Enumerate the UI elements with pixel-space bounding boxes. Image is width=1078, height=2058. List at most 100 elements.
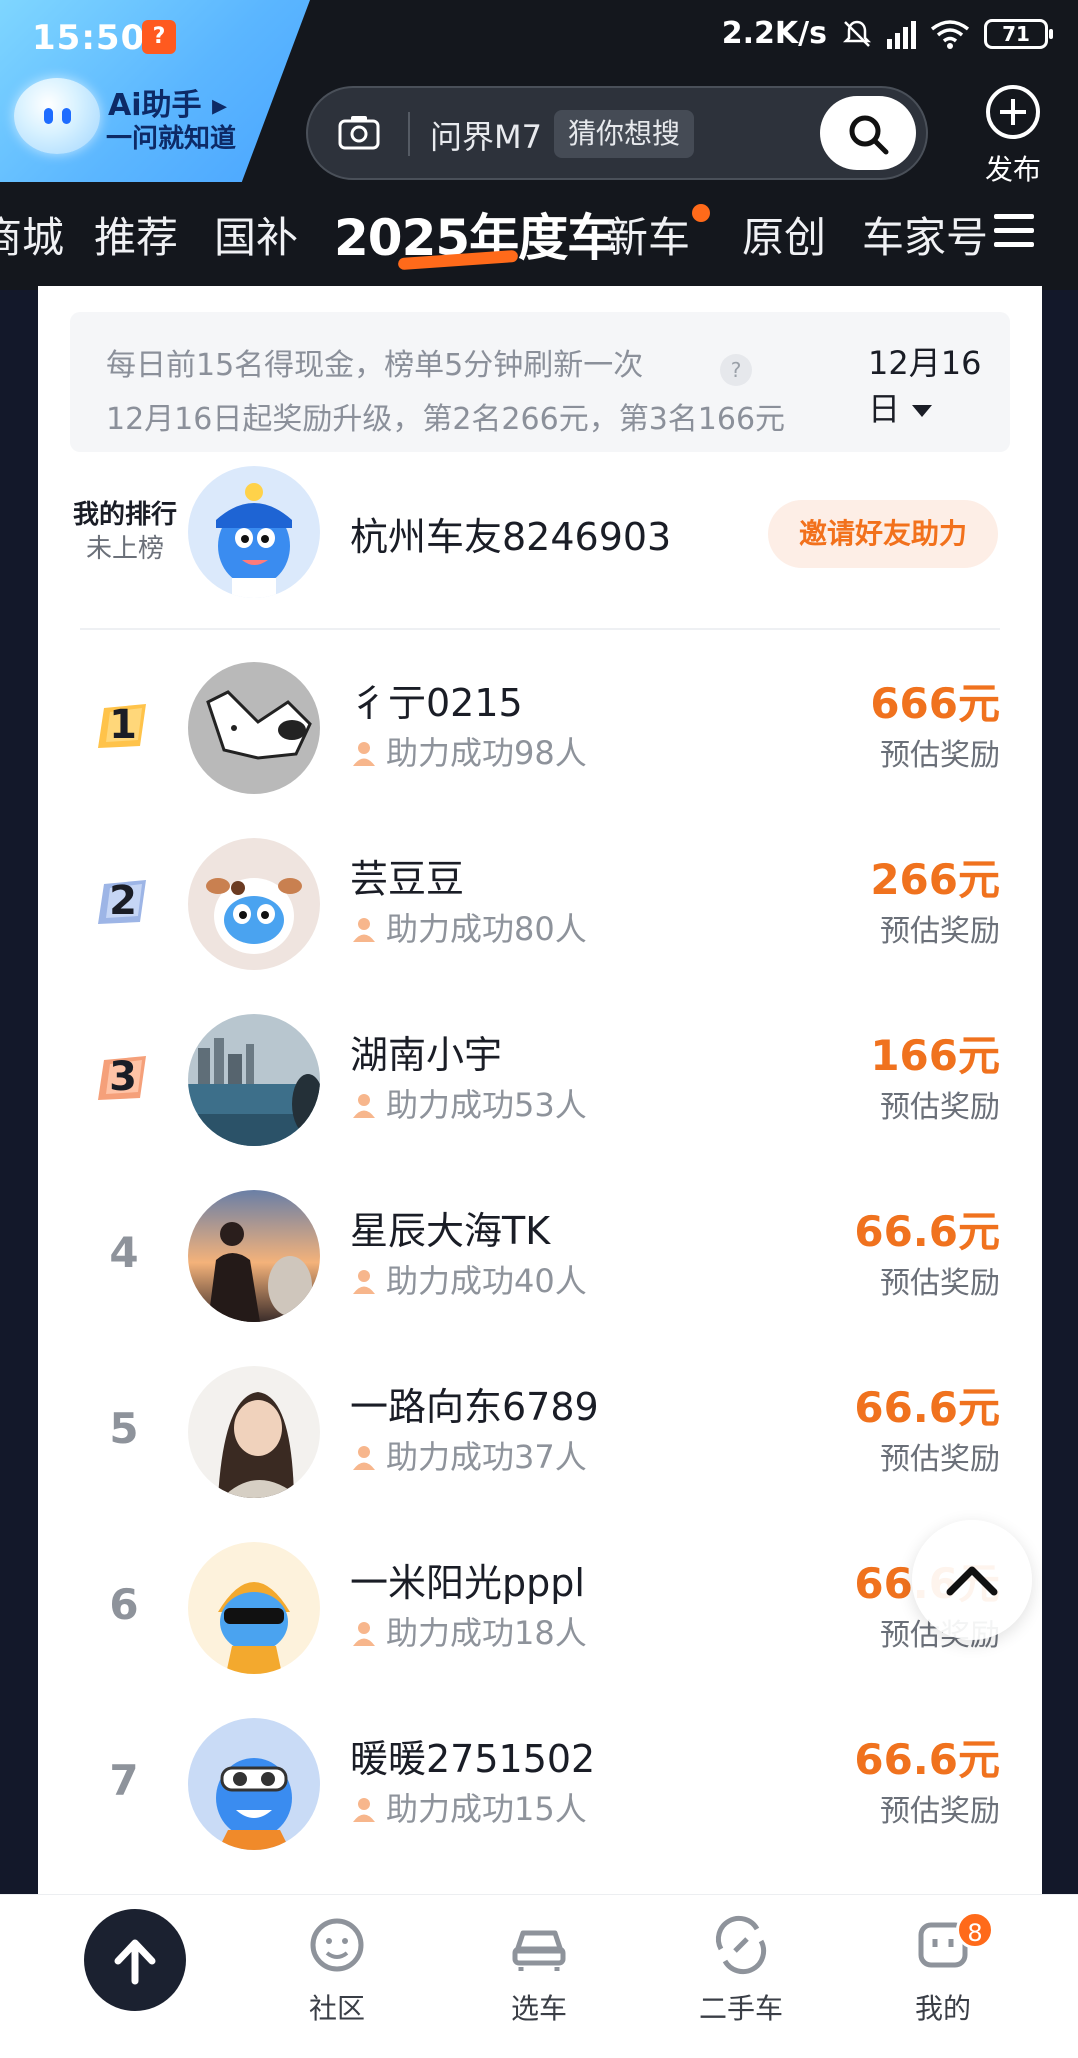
notification-badge: 8 xyxy=(956,1911,994,1949)
search-bar[interactable]: 问界M7 猜你想搜 xyxy=(306,86,928,180)
tab-subsidy[interactable]: 国补 xyxy=(214,204,298,265)
my-rank-status: 未上榜 xyxy=(85,534,164,564)
username: 一路向东6789 xyxy=(350,1385,599,1429)
username: 湖南小宇 xyxy=(350,1033,503,1077)
person-icon xyxy=(353,918,375,942)
car-icon xyxy=(512,1930,566,1971)
gold-medal-icon: 1 xyxy=(96,698,150,752)
list-item[interactable]: 6 一米阳光pppl 助力成功18人 66.6元 预估奖励 xyxy=(38,1530,1042,1706)
status-icons: 2.2K/s 71 xyxy=(721,16,1053,51)
status-time: 15:50 xyxy=(32,18,146,58)
tab-creator[interactable]: 车家号 xyxy=(862,204,988,265)
reward-label: 预估奖励 xyxy=(880,1090,1000,1125)
list-item[interactable]: 1 彳亍0215 助力成功98人 666元 预估奖励 xyxy=(38,650,1042,826)
reward-label: 预估奖励 xyxy=(880,1442,1000,1477)
nav-label: 二手车 xyxy=(698,1992,783,2025)
home-button[interactable] xyxy=(84,1909,186,2011)
help-count: 助力成功80人 xyxy=(350,904,587,950)
help-count: 助力成功18人 xyxy=(350,1608,587,1654)
username: 芸豆豆 xyxy=(350,857,465,901)
nav-label: 社区 xyxy=(308,1992,365,2025)
rank-number: 3 xyxy=(109,1054,137,1100)
list-item[interactable]: 7 暖暖2751502 助力成功15人 66.6元 预估奖励 xyxy=(38,1706,1042,1882)
plus-circle-icon xyxy=(986,85,1040,139)
rank-number: 4 xyxy=(109,1228,139,1277)
username: 暖暖2751502 xyxy=(350,1737,596,1781)
notification-app-icon: ? xyxy=(142,20,176,54)
reward-amount: 66.6元 xyxy=(854,1735,1000,1784)
avatar[interactable] xyxy=(188,1014,320,1146)
nav-used-car[interactable]: 二手车 xyxy=(676,1913,806,2027)
ai-assistant-avatar-icon[interactable] xyxy=(14,78,100,154)
search-icon xyxy=(849,115,889,155)
help-count: 助力成功40人 xyxy=(350,1256,587,1302)
ai-assistant-subtitle: 一问就知道 xyxy=(106,124,237,154)
rank-number: 6 xyxy=(109,1580,139,1629)
nav-choose-car[interactable]: 选车 xyxy=(474,1913,604,2027)
avatar[interactable] xyxy=(188,1366,320,1498)
help-count: 助力成功15人 xyxy=(350,1784,587,1830)
reward-label: 预估奖励 xyxy=(880,1794,1000,1829)
tab-mall[interactable]: 商城 xyxy=(0,204,64,265)
network-speed: 2.2K/s xyxy=(721,16,827,51)
notice-upgrade-text: 12月16日起奖励升级，第2名266元，第3名166元 xyxy=(106,402,786,437)
scroll-to-top-button[interactable] xyxy=(912,1520,1032,1640)
username: 星辰大海TK xyxy=(350,1209,551,1253)
my-rank-label: 我的排行 xyxy=(72,500,177,530)
help-count: 助力成功37人 xyxy=(350,1432,587,1478)
nav-label: 选车 xyxy=(510,1992,567,2025)
avatar[interactable] xyxy=(188,1718,320,1850)
arrow-up-icon xyxy=(114,1939,156,1985)
reward-amount: 66.6元 xyxy=(854,1207,1000,1256)
date-dropdown[interactable]: 12月16日 xyxy=(868,338,1010,430)
avatar[interactable] xyxy=(188,1542,320,1674)
rank-number: 1 xyxy=(109,702,137,748)
tab-recommend[interactable]: 推荐 xyxy=(94,204,178,265)
mute-bell-icon xyxy=(842,20,872,47)
search-input[interactable]: 问界M7 xyxy=(430,112,542,158)
reward-label: 预估奖励 xyxy=(880,738,1000,773)
publish-button[interactable]: 发布 xyxy=(968,84,1058,188)
reward-amount: 266元 xyxy=(870,855,1000,904)
list-item[interactable]: 3 湖南小宇 助力成功53人 166元 预估奖励 xyxy=(38,1002,1042,1178)
silver-medal-icon: 2 xyxy=(96,874,150,928)
menu-icon[interactable] xyxy=(994,214,1034,250)
avatar[interactable] xyxy=(188,838,320,970)
ranking-card: 每日前15名得现金，榜单5分钟刷新一次 ? 12月16日起奖励升级，第2名266… xyxy=(38,286,1042,1896)
rank-number: 5 xyxy=(109,1404,139,1453)
person-icon xyxy=(353,1094,375,1118)
category-tabs: 商城 推荐 国补 2025年度车 新车 原创 车家号 xyxy=(0,196,1078,270)
help-count: 助力成功53人 xyxy=(350,1080,587,1126)
person-icon xyxy=(353,1798,375,1822)
my-avatar[interactable] xyxy=(188,466,320,598)
avatar[interactable] xyxy=(188,662,320,794)
rank-number: 2 xyxy=(109,878,137,924)
username: 一米阳光pppl xyxy=(350,1561,585,1605)
list-item[interactable]: 2 芸豆豆 助力成功80人 266元 预估奖励 xyxy=(38,826,1042,1002)
person-icon xyxy=(353,1622,375,1646)
nav-community[interactable]: 社区 xyxy=(272,1913,402,2027)
nav-label: 我的 xyxy=(914,1992,971,2025)
reward-amount: 166元 xyxy=(870,1031,1000,1080)
new-badge-dot xyxy=(692,204,710,222)
notice-text: 每日前15名得现金，榜单5分钟刷新一次 xyxy=(106,348,644,383)
bronze-medal-icon: 3 xyxy=(96,1050,150,1104)
my-username: 杭州车友8246903 xyxy=(350,515,672,559)
person-icon xyxy=(353,1446,375,1470)
search-suggestion-chip[interactable]: 猜你想搜 xyxy=(554,110,695,158)
search-button[interactable] xyxy=(820,96,916,170)
refresh-car-icon xyxy=(715,1915,767,1975)
list-item[interactable]: 4 星辰大海TK 助力成功40人 66.6元 预估奖励 xyxy=(38,1178,1042,1354)
wifi-icon xyxy=(930,19,970,49)
list-item[interactable]: 5 一路向东6789 助力成功37人 66.6元 预估奖励 xyxy=(38,1354,1042,1530)
camera-icon[interactable] xyxy=(338,114,380,150)
tab-original[interactable]: 原创 xyxy=(742,204,826,265)
help-icon[interactable]: ? xyxy=(720,354,752,386)
nav-mine[interactable]: 8 我的 xyxy=(878,1911,1008,2027)
invite-friends-button[interactable]: 邀请好友助力 xyxy=(768,500,998,568)
rules-notice: 每日前15名得现金，榜单5分钟刷新一次 ? 12月16日起奖励升级，第2名266… xyxy=(70,312,1010,452)
publish-label: 发布 xyxy=(984,153,1041,186)
avatar[interactable] xyxy=(188,1190,320,1322)
person-icon xyxy=(353,742,375,766)
tab-new-car[interactable]: 新车 xyxy=(606,204,690,265)
